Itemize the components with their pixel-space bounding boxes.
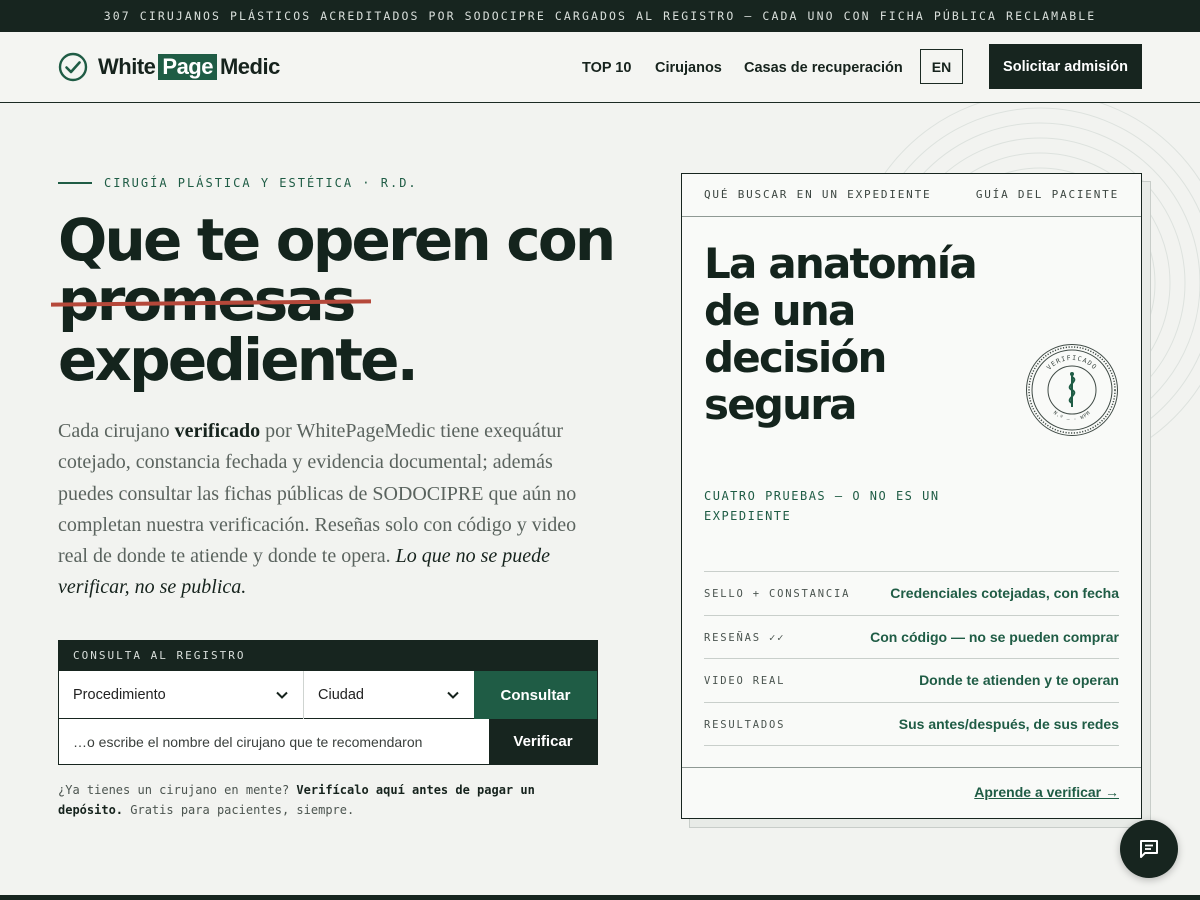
checklist-row: RESULTADOS Sus antes/después, de sus red… <box>704 703 1119 746</box>
hero-lead-paragraph: Cada cirujano verificado por WhitePageMe… <box>58 416 606 604</box>
footer-edge <box>0 895 1200 900</box>
language-toggle-button[interactable]: EN <box>920 49 963 84</box>
svg-text:VERIFICADO: VERIFICADO <box>1045 354 1099 372</box>
logo-wordmark: White Page Medic <box>98 54 280 80</box>
card-top-right: GUÍA DEL PACIENTE <box>975 188 1119 201</box>
logo-part-page: Page <box>158 54 217 80</box>
eyebrow-rule <box>58 182 92 184</box>
logo-part-white: White <box>98 54 156 79</box>
search-filters-row: Procedimiento Ciudad Consultar <box>59 671 597 719</box>
checklist-value: Sus antes/después, de sus redes <box>898 715 1119 732</box>
procedure-select[interactable]: Procedimiento <box>59 671 304 719</box>
search-hint: ¿Ya tienes un cirujano en mente? Verifíc… <box>58 780 588 820</box>
registry-search-form: CONSULTA AL REGISTRO Procedimiento Ciuda… <box>58 640 598 765</box>
hint-text-2: Gratis para pacientes, siempre. <box>123 803 355 817</box>
check-circle-icon <box>58 52 88 82</box>
nav-cirujanos[interactable]: Cirujanos <box>655 60 722 76</box>
lead-bold: verificado <box>174 420 261 442</box>
seal-top-text: VERIFICADO <box>1045 354 1098 372</box>
seal-bottom-text: N.º — · WPM <box>1052 410 1092 423</box>
chat-button[interactable] <box>1120 820 1178 878</box>
hero-headline: Que te operen con promesas expediente. <box>50 210 616 390</box>
headline-struck-word: promesas <box>50 270 372 330</box>
site-header: White Page Medic TOP 10 Cirujanos Casas … <box>0 32 1200 103</box>
caduceus-seal-icon: VERIFICADO N.º — · WPM <box>1026 344 1118 436</box>
city-select-label: Ciudad <box>318 687 364 703</box>
card-top-left: QUÉ BUSCAR EN UN EXPEDIENTE <box>704 188 932 201</box>
checklist-key: VIDEO REAL <box>704 675 786 687</box>
checklist-key: SELLO + CONSTANCIA <box>704 588 851 600</box>
checklist-value: Donde te atienden y te operan <box>919 672 1119 688</box>
checklist-value: Con código — no se pueden comprar <box>870 628 1119 645</box>
search-header: CONSULTA AL REGISTRO <box>59 641 597 671</box>
learn-to-verify-link[interactable]: Aprende a verificar → <box>974 784 1119 800</box>
chevron-down-icon <box>276 691 288 699</box>
checklist: SELLO + CONSTANCIA Credenciales cotejada… <box>704 571 1119 746</box>
logo-part-medic: Medic <box>219 54 280 79</box>
hero-eyebrow: CIRUGÍA PLÁSTICA Y ESTÉTICA · R.D. <box>58 176 418 190</box>
surgeon-name-input[interactable] <box>59 719 489 764</box>
patient-guide-card: QUÉ BUSCAR EN UN EXPEDIENTE GUÍA DEL PAC… <box>681 173 1142 819</box>
chat-message-icon <box>1140 840 1158 858</box>
nav-casas-recuperacion[interactable]: Casas de recuperación <box>744 60 903 76</box>
headline-line-3: expediente. <box>58 326 419 394</box>
nav-top10[interactable]: TOP 10 <box>582 60 631 76</box>
verify-button[interactable]: Verificar <box>489 719 597 764</box>
request-admission-button[interactable]: Solicitar admisión <box>989 44 1142 89</box>
headline-line-1: Que te operen con <box>58 206 616 274</box>
surgeon-name-row: Verificar <box>59 719 597 764</box>
procedure-select-label: Procedimiento <box>73 687 166 703</box>
checklist-value: Credenciales cotejadas, con fecha <box>890 585 1119 601</box>
announcement-banner: 307 CIRUJANOS PLÁSTICOS ACREDITADOS POR … <box>0 0 1200 32</box>
checklist-key: RESEÑAS ✓✓ <box>704 631 786 644</box>
card-title: La anatomía de una decisión segura <box>704 239 978 429</box>
card-footer: Aprende a verificar → <box>682 767 1141 818</box>
checklist-row: VIDEO REAL Donde te atienden y te operan <box>704 659 1119 703</box>
lead-text-1: Cada cirujano <box>58 420 175 442</box>
hint-text-1: ¿Ya tienes un cirujano en mente? <box>58 783 297 797</box>
chevron-down-icon <box>447 691 459 699</box>
consult-button[interactable]: Consultar <box>474 671 597 719</box>
logo[interactable]: White Page Medic <box>58 52 280 82</box>
city-select[interactable]: Ciudad <box>304 671 474 719</box>
card-top-bar: QUÉ BUSCAR EN UN EXPEDIENTE GUÍA DEL PAC… <box>682 174 1141 217</box>
checklist-key: RESULTADOS <box>704 718 786 731</box>
checklist-row: RESEÑAS ✓✓ Con código — no se pueden com… <box>704 616 1119 659</box>
checklist-row: SELLO + CONSTANCIA Credenciales cotejada… <box>704 572 1119 616</box>
card-subtitle: CUATRO PRUEBAS — O NO ES UN EXPEDIENTE <box>704 489 940 523</box>
svg-text:N.º — · WPM: N.º — · WPM <box>1052 410 1092 423</box>
eyebrow-text: CIRUGÍA PLÁSTICA Y ESTÉTICA · R.D. <box>104 176 418 190</box>
